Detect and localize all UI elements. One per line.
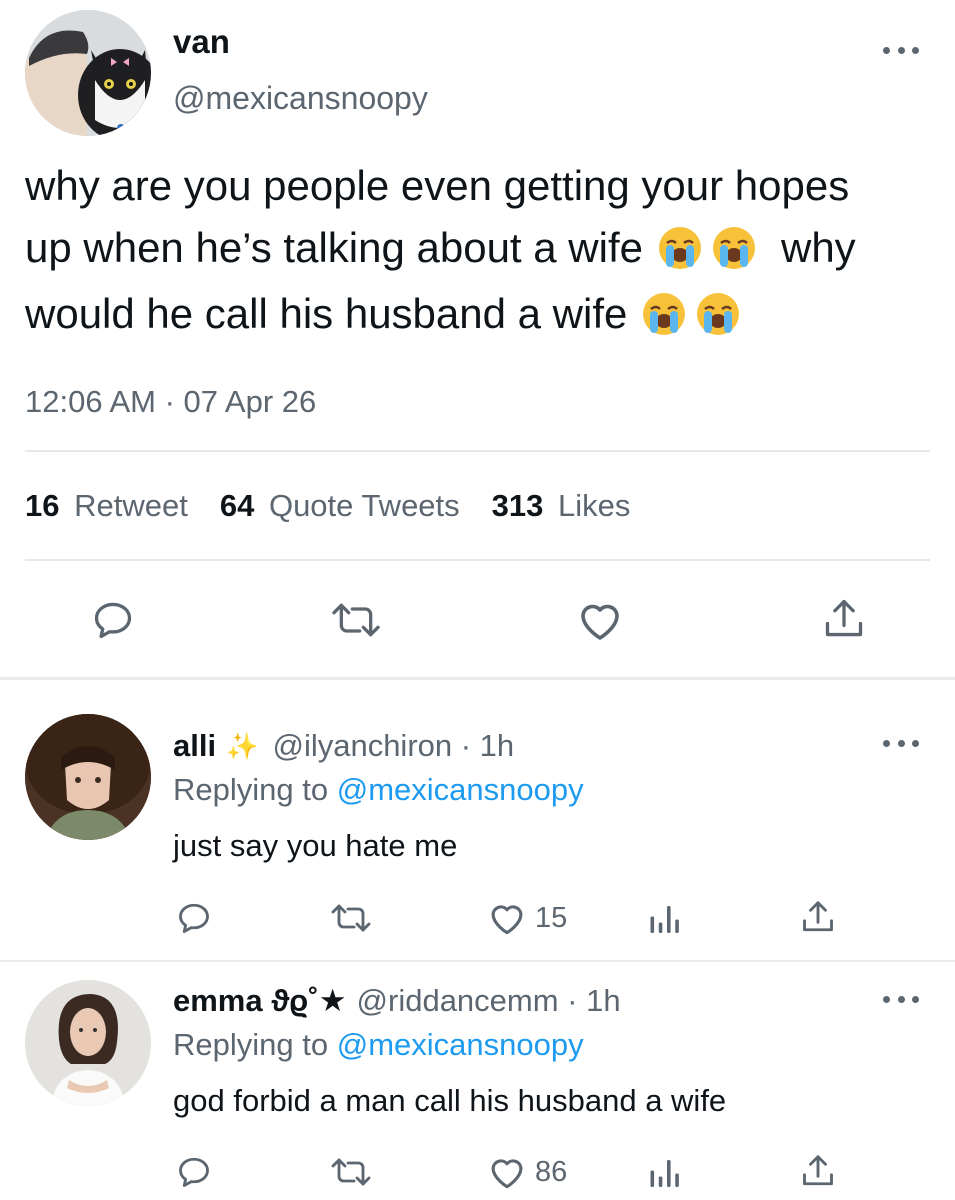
analytics-icon[interactable] — [646, 1154, 682, 1190]
divider — [25, 559, 930, 561]
reply-display-name[interactable]: alli — [173, 726, 216, 766]
author-handle[interactable]: @mexicansnoopy — [173, 78, 428, 118]
like-icon[interactable] — [487, 900, 527, 936]
quote-label: Quote Tweets — [268, 488, 460, 523]
likes-count: 313 — [491, 488, 544, 523]
like-count: 15 — [535, 901, 568, 934]
tweet-text-line-2a: up when he’s talking about a wife — [25, 224, 643, 271]
sparkles-emoji: ✨ — [226, 731, 259, 761]
tweet-stats: 16 Retweet 64 Quote Tweets 313 Likes — [25, 486, 630, 526]
analytics-icon[interactable] — [646, 900, 682, 936]
quote-stat[interactable]: 64 Quote Tweets — [220, 486, 460, 526]
reply-avatar[interactable] — [25, 714, 151, 840]
more-icon[interactable] — [883, 737, 919, 749]
divider — [0, 677, 955, 680]
like-icon[interactable] — [576, 598, 624, 642]
replying-to-handle[interactable]: @mexicansnoopy — [337, 772, 584, 807]
replying-to-label: Replying to — [173, 1027, 329, 1062]
tweet-text-line-2: up when he’s talking about a wife why — [25, 222, 856, 274]
reply-handle-time[interactable]: @riddancemm · 1h — [357, 981, 621, 1021]
like-count: 86 — [535, 1155, 568, 1188]
like-action[interactable]: 15 — [487, 900, 567, 936]
likes-label: Likes — [558, 488, 631, 523]
replying-to-label: Replying to — [173, 772, 329, 807]
retweet-stat[interactable]: 16 Retweet — [25, 486, 188, 526]
retweet-count: 16 — [25, 488, 60, 523]
share-icon[interactable] — [800, 1152, 836, 1190]
reply-header: emma ϑϱ˚★ @riddancemm · 1h — [173, 981, 621, 1021]
reply-display-name[interactable]: emma ϑϱ˚★ — [173, 981, 347, 1021]
replying-to-handle[interactable]: @mexicansnoopy — [337, 1027, 584, 1062]
share-icon[interactable] — [800, 898, 836, 936]
replying-to-line: Replying to @mexicansnoopy — [173, 1025, 584, 1065]
reply-icon[interactable] — [176, 1154, 212, 1190]
more-icon[interactable] — [883, 993, 919, 1005]
retweet-icon[interactable] — [330, 900, 372, 936]
loudly-crying-face-emoji — [641, 291, 687, 337]
tweet-text-line-3-text: would he call his husband a wife — [25, 290, 628, 337]
reply-text: god forbid a man call his husband a wife — [173, 1083, 727, 1118]
quote-count: 64 — [219, 488, 255, 523]
reply-avatar[interactable] — [25, 980, 151, 1106]
loudly-crying-face-emoji — [695, 291, 741, 337]
loudly-crying-face-emoji — [657, 225, 703, 271]
replying-to-line: Replying to @mexicansnoopy — [173, 770, 584, 810]
reply-handle-time[interactable]: @ilyanchiron · 1h — [272, 726, 514, 766]
tweet-text-line-2b: why — [780, 224, 856, 271]
more-icon[interactable] — [883, 44, 919, 56]
likes-stat[interactable]: 313 Likes — [492, 486, 631, 526]
retweet-icon[interactable] — [330, 1154, 372, 1190]
reply-icon[interactable] — [176, 900, 212, 936]
share-icon[interactable] — [822, 596, 866, 642]
reply-header: alli ✨ @ilyanchiron · 1h — [173, 726, 514, 766]
divider — [25, 450, 930, 452]
like-action[interactable]: 86 — [487, 1154, 567, 1190]
retweet-icon[interactable] — [330, 598, 382, 642]
tweet-text-line-3: would he call his husband a wife — [25, 288, 741, 340]
tweet-text-line-1: why are you people even getting your hop… — [25, 162, 850, 209]
author-display-name[interactable]: van — [173, 22, 230, 62]
tweet-timestamp[interactable]: 12:06 AM · 07 Apr 26 — [25, 382, 316, 422]
loudly-crying-face-emoji — [711, 225, 757, 271]
author-avatar[interactable] — [25, 10, 151, 136]
retweet-label: Retweet — [74, 488, 188, 523]
reply-text: just say you hate me — [173, 828, 458, 863]
like-icon[interactable] — [487, 1154, 527, 1190]
divider — [0, 960, 955, 962]
reply-icon[interactable] — [91, 598, 135, 642]
